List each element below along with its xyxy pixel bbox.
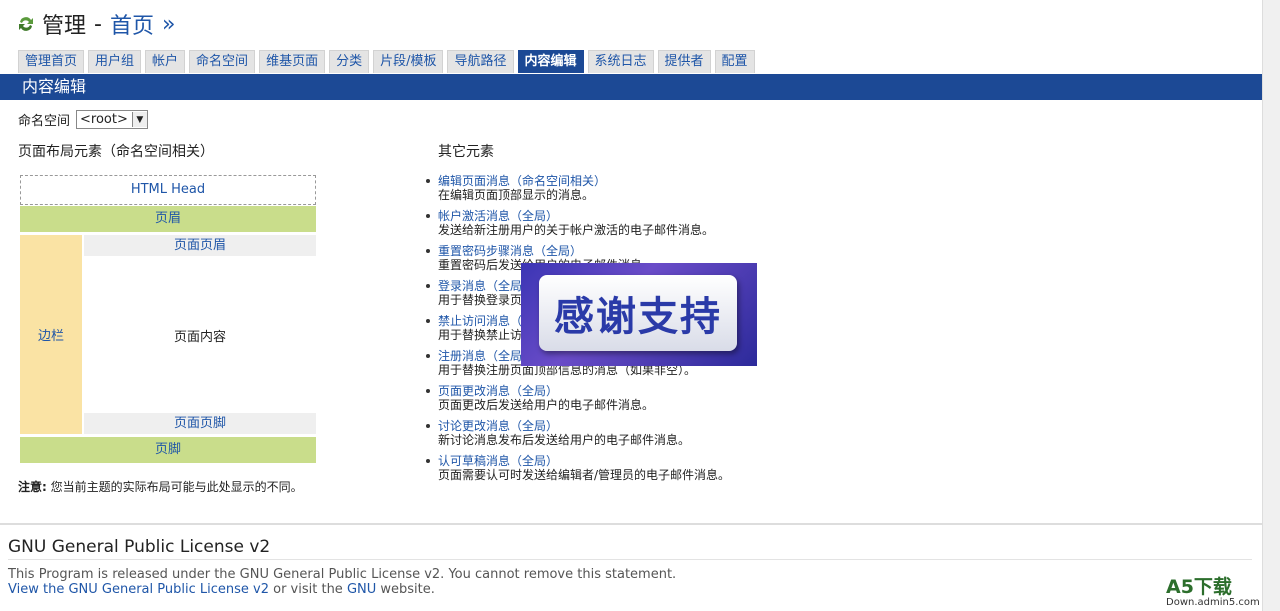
list-item: 编辑页面消息（命名空间相关） 在编辑页面顶部显示的消息。 <box>424 174 730 209</box>
other-elements-heading: 其它元素 <box>438 144 494 160</box>
watermark-text: 感谢支持 <box>539 275 737 351</box>
layout-heading: 页面布局元素（命名空间相关） <box>18 144 214 160</box>
tab-item[interactable]: 配置 <box>714 50 755 73</box>
tab-item[interactable]: 用户组 <box>88 50 142 73</box>
tab-item[interactable]: 导航路径 <box>447 50 514 73</box>
scrollbar[interactable] <box>1262 0 1280 611</box>
element-link[interactable]: 编辑页面消息（命名空间相关） <box>438 174 730 188</box>
namespace-selected: <root> <box>80 112 128 127</box>
tab-item[interactable]: 内容编辑 <box>517 50 584 73</box>
sidebar-link[interactable]: 边栏 <box>20 235 82 434</box>
section-title: 内容编辑 <box>22 77 87 96</box>
tab-item[interactable]: 维基页面 <box>259 50 326 73</box>
layout-note: 注意: 您当前主题的实际布局可能与此处显示的不同。 <box>18 478 303 495</box>
html-head-link[interactable]: HTML Head <box>20 175 316 205</box>
title-arrow: » <box>161 11 176 37</box>
element-link[interactable]: 认可草稿消息（全局） <box>438 454 730 468</box>
brand-url: Down.admin5.com <box>1166 597 1260 608</box>
brand-name: A5下载 <box>1166 576 1232 598</box>
page-title-row: 管理 - 首页 » <box>16 9 175 39</box>
license-title: GNU General Public License v2 <box>8 537 271 557</box>
namespace-row: 命名空间 <root> ▼ <box>18 110 148 129</box>
section-bar: 内容编辑 <box>0 74 1262 100</box>
gpl-link[interactable]: View the GNU General Public License v2 <box>8 582 269 597</box>
element-description: 发送给新注册用户的关于帐户激活的电子邮件消息。 <box>438 223 715 237</box>
license-text: This Program is released under the GNU G… <box>8 567 676 597</box>
tab-item[interactable]: 分类 <box>329 50 370 73</box>
watermark-logo: 感谢支持 <box>521 263 757 366</box>
license-mid: or visit the <box>268 582 347 597</box>
footer-separator <box>8 559 1252 560</box>
list-item: 认可草稿消息（全局） 页面需要认可时发送给编辑者/管理员的电子邮件消息。 <box>424 454 730 489</box>
list-item: 页面更改消息（全局） 页面更改后发送给用户的电子邮件消息。 <box>424 384 730 419</box>
brand-logo: A5下载 Down.admin5.com <box>1166 577 1270 608</box>
admin-tabs: 管理首页 用户组 帐户 命名空间 维基页面 分类 片段/模板 导航路径 内容编辑 系统日志 提供者配… <box>18 50 755 73</box>
gnu-link[interactable]: GNU <box>347 582 376 597</box>
element-description: 页面更改后发送给用户的电子邮件消息。 <box>438 398 655 412</box>
title-separator: - <box>94 11 102 37</box>
tab-item[interactable]: 帐户 <box>145 50 186 73</box>
refresh-icon <box>19 17 33 31</box>
page-header-link[interactable]: 页面页眉 <box>84 235 316 256</box>
license-end: website. <box>376 582 435 597</box>
tab-item[interactable]: 命名空间 <box>189 50 256 73</box>
footer-divider <box>0 523 1262 525</box>
footer-link[interactable]: 页脚 <box>20 437 316 463</box>
license-line: This Program is released under the GNU G… <box>8 567 677 582</box>
list-item: 帐户激活消息（全局） 发送给新注册用户的关于帐户激活的电子邮件消息。 <box>424 209 730 244</box>
home-link[interactable]: 首页 <box>110 8 154 40</box>
header-link[interactable]: 页眉 <box>20 206 316 232</box>
list-item: 讨论更改消息（全局） 新讨论消息发布后发送给用户的电子邮件消息。 <box>424 419 730 454</box>
chevron-down-icon[interactable]: ▼ <box>131 112 147 127</box>
tab-item[interactable]: 片段/模板 <box>373 50 444 73</box>
namespace-label: 命名空间 <box>18 114 71 129</box>
license-links: View the GNU General Public License v2 o… <box>8 582 676 597</box>
page: 管理 - 首页 » 管理首页 用户组 帐户 命名空间 维基页面 分类 片段/模板 导航路径 内容… <box>0 0 1262 611</box>
page-content-label: 页面内容 <box>173 329 226 345</box>
element-link[interactable]: 页面更改消息（全局） <box>438 384 730 398</box>
note-label: 注意: <box>18 480 47 494</box>
note-text: 您当前主题的实际布局可能与此处显示的不同。 <box>50 480 303 494</box>
element-link[interactable]: 讨论更改消息（全局） <box>438 419 730 433</box>
tab-item[interactable]: 提供者 <box>657 50 711 73</box>
tab-item[interactable]: 管理首页 <box>18 50 85 73</box>
element-link[interactable]: 重置密码步骤消息（全局） <box>438 244 730 258</box>
element-link[interactable]: 帐户激活消息（全局） <box>438 209 730 223</box>
namespace-select[interactable]: <root> ▼ <box>76 110 148 129</box>
element-description: 新讨论消息发布后发送给用户的电子邮件消息。 <box>438 433 691 447</box>
element-description: 页面需要认可时发送给编辑者/管理员的电子邮件消息。 <box>438 468 731 482</box>
element-description: 在编辑页面顶部显示的消息。 <box>438 188 595 202</box>
tab-item[interactable]: 系统日志 <box>587 50 654 73</box>
page-title: 管理 <box>42 14 87 39</box>
page-footer-link[interactable]: 页面页脚 <box>84 413 316 434</box>
